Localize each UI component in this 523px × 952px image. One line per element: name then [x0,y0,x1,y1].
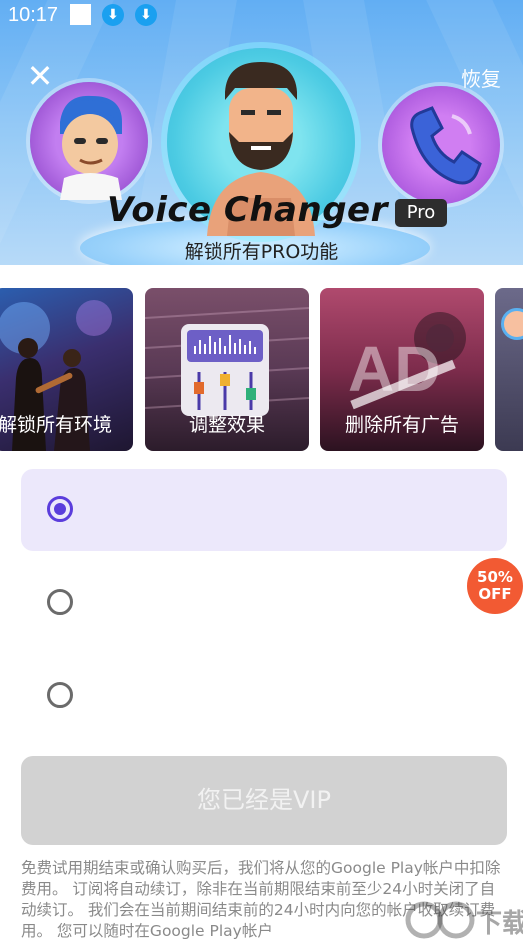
discount-badge: 50% OFF [467,558,523,614]
plan-option-2[interactable] [21,562,507,644]
feature-card-environments[interactable]: 解锁所有环境 [0,288,133,451]
discount-off: OFF [478,585,512,603]
avatar-icon [501,308,523,340]
radio-selected[interactable] [47,496,73,522]
feature-label: 解锁所有环境 [0,414,113,436]
feature-label: 删除所有广告 [344,414,459,436]
feature-card-avatar[interactable] [495,288,523,451]
close-button[interactable]: ✕ [26,60,54,92]
hero-banner: Voice Changer Pro 解锁所有PRO功能 ✕ 恢复 [0,0,523,265]
app-title: Voice Changer [107,190,388,230]
notification-square-icon [70,4,91,25]
radio-unselected[interactable] [47,589,73,615]
vip-button[interactable]: 您已经是VIP [21,756,507,845]
plan-option-3[interactable] [21,655,507,737]
download-icon: ⬇ [135,4,157,26]
boy-avatar-icon [30,82,148,200]
watermark-text: 下载 [476,909,523,939]
status-time: 10:17 [8,4,59,26]
pro-badge: Pro [395,199,447,227]
equalizer-icon [181,324,269,416]
restore-button[interactable]: 恢复 [461,63,501,92]
phone-avatar-icon [382,86,500,204]
watermark-logo: 下载 [396,890,523,945]
discount-percent: 50% [477,568,513,586]
status-bar: 10:17 ⬇ ⬇ [0,0,523,30]
radio-unselected[interactable] [47,682,73,708]
feature-label: 调整效果 [188,414,265,436]
feature-card-remove-ads[interactable]: AD 删除所有广告 [320,288,484,451]
feature-carousel[interactable]: 解锁所有环境 调整效果 AD 删除所有广告 [0,288,523,451]
feature-card-effects[interactable]: 调整效果 [145,288,309,451]
plan-option-1[interactable] [21,469,507,551]
unlock-subtitle: 解锁所有PRO功能 [184,241,339,263]
download-icon: ⬇ [102,4,124,26]
